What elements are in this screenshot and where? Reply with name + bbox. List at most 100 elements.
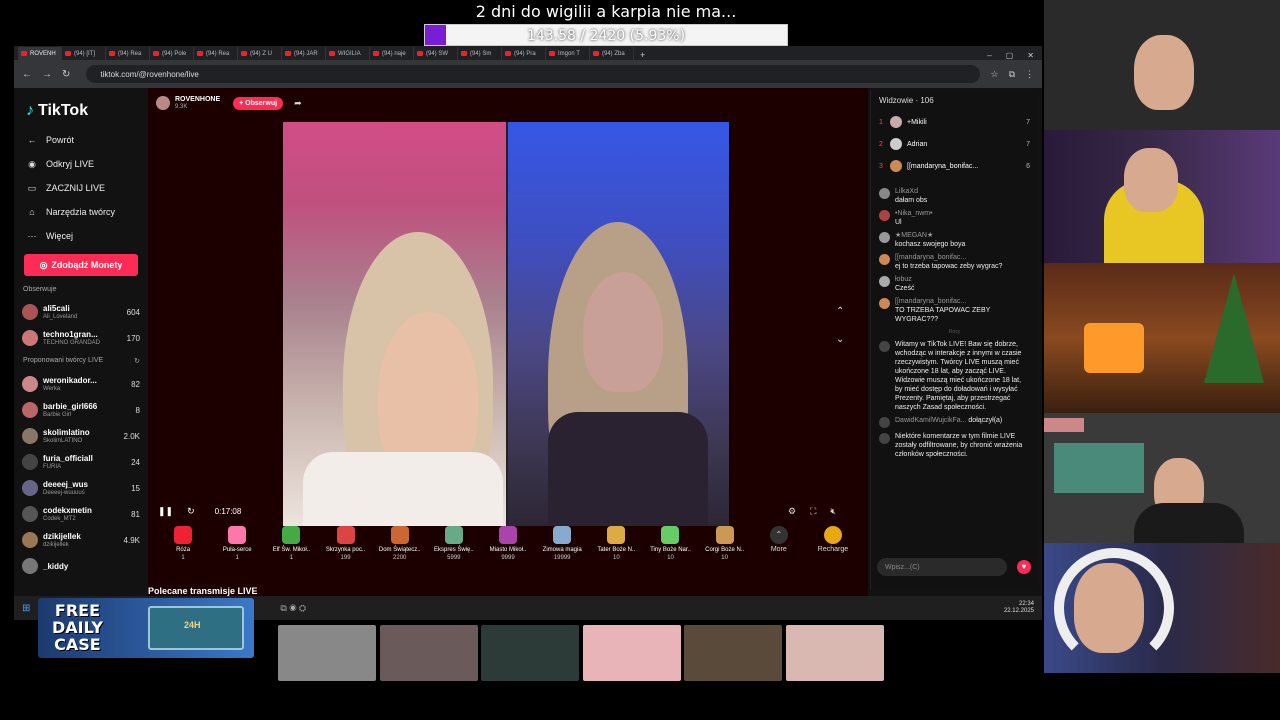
- system-clock[interactable]: 22:34 22.12.2025: [1004, 601, 1034, 615]
- browser-tab[interactable]: Imgon T: [546, 47, 590, 60]
- viewer-name: [[mandaryna_bonifac...: [907, 162, 979, 170]
- taskbar-apps-icon[interactable]: ⧉ ◉ ⛭: [280, 603, 306, 614]
- browser-tab[interactable]: (94) Pole: [150, 47, 194, 60]
- more-gifts-button[interactable]: ⌃ More: [752, 526, 806, 553]
- windows-start-icon[interactable]: ⊞: [22, 603, 30, 614]
- maximize-icon[interactable]: ▢: [1006, 51, 1014, 60]
- viewers-header[interactable]: Widzowie · 106: [871, 90, 1038, 111]
- tab-favicon: [197, 51, 203, 56]
- chevron-down-icon[interactable]: ⌄: [836, 326, 844, 354]
- live-video[interactable]: [283, 122, 729, 526]
- sidebar-item[interactable]: ◉ Odkryj LIVE: [22, 152, 140, 176]
- sidebar-user[interactable]: skolimlatino SkolimLATINO 2.0K: [22, 423, 140, 449]
- sidebar-user[interactable]: dzikijellek dzikijellek 4.9K: [22, 527, 140, 553]
- browser-tab[interactable]: (94) [IT]: [62, 47, 106, 60]
- bookmark-star-icon[interactable]: ☆: [990, 69, 998, 80]
- chat-message[interactable]: [[mandaryna_bonifac... TO TRZEBA TAPOWAC …: [871, 295, 1038, 326]
- menu-icon[interactable]: ⋮: [1025, 69, 1034, 80]
- sidebar-user[interactable]: weronikador... Werka 82: [22, 371, 140, 397]
- get-coins-button[interactable]: ◎ Zdobądź Monety: [24, 254, 138, 276]
- sidebar-item[interactable]: ⋯ Więcej: [22, 224, 140, 248]
- chat-message[interactable]: ★MEGAN★ kochasz swojego boya: [871, 229, 1038, 251]
- sidebar-user[interactable]: ali5cali Ali_Loveland 604: [22, 299, 140, 325]
- tiktok-logo[interactable]: ♪ TikTok: [26, 102, 140, 120]
- browser-tab[interactable]: (94) JAR: [282, 47, 326, 60]
- follow-button[interactable]: + Obserwuj: [233, 96, 284, 110]
- taskbar-thumbnail[interactable]: [684, 625, 782, 681]
- sidebar-user[interactable]: furia_officiall FURIA 24: [22, 449, 140, 475]
- browser-tab[interactable]: (94) Zba: [590, 47, 634, 60]
- fullscreen-icon[interactable]: ⛶: [810, 506, 816, 517]
- chat-message[interactable]: [[mandaryna_bonifac... ej to trzeba tapow…: [871, 251, 1038, 273]
- streamer-name[interactable]: ROVENHONE: [175, 96, 220, 104]
- back-icon[interactable]: ←: [22, 69, 32, 80]
- pause-icon[interactable]: ❚❚: [158, 506, 173, 517]
- gift-item[interactable]: Puła-serce 1: [210, 526, 264, 562]
- refresh-icon[interactable]: ↻: [187, 506, 195, 517]
- chat-message[interactable]: łobuz Cześć: [871, 273, 1038, 295]
- new-tab-icon[interactable]: +: [634, 50, 651, 60]
- taskbar-thumbnail[interactable]: [481, 625, 579, 681]
- promo-line1: FREE: [54, 601, 100, 620]
- browser-tab[interactable]: (94) naje: [370, 47, 414, 60]
- share-icon[interactable]: ➦: [294, 98, 302, 109]
- gift-item[interactable]: Ekspres Świę.. 5999: [427, 526, 481, 562]
- gift-item[interactable]: Elf Św. Mikoł.. 1: [264, 526, 318, 562]
- join-user[interactable]: DawidKamilWujcikFa...: [895, 417, 966, 424]
- gift-item[interactable]: Miasto Mikoł.. 9999: [481, 526, 535, 562]
- chat-message[interactable]: •Nika_nwm• Ul: [871, 207, 1038, 229]
- user-subtitle: Werka: [43, 385, 61, 392]
- sidebar-item[interactable]: ⌂ Narzędzia twórcy: [22, 200, 140, 224]
- heart-icon[interactable]: ♥: [1017, 560, 1031, 574]
- gift-item[interactable]: Dom Świątecz.. 2200: [373, 526, 427, 562]
- browser-tab[interactable]: (94) Rea: [106, 47, 150, 60]
- gift-item[interactable]: Róża 1: [156, 526, 210, 562]
- settings-icon[interactable]: ⚙: [788, 506, 796, 517]
- gift-item[interactable]: Skrzynka poc.. 199: [318, 526, 372, 562]
- mute-icon[interactable]: 🔇︎: [830, 506, 836, 517]
- taskbar-thumbnail[interactable]: [278, 625, 376, 681]
- gift-item[interactable]: Tater Boże N.. 10: [589, 526, 643, 562]
- case-graphic: 24H: [148, 606, 244, 650]
- browser-tab[interactable]: WIGILIA: [326, 47, 370, 60]
- gift-item[interactable]: Corgi Boże N.. 10: [698, 526, 752, 562]
- minimize-icon[interactable]: –: [987, 51, 991, 60]
- url-field[interactable]: tiktok.com/@rovenhone/live: [86, 65, 981, 83]
- taskbar-thumbnail[interactable]: [379, 625, 478, 681]
- viewer-row[interactable]: 1 +Mikili 7: [871, 111, 1038, 133]
- browser-tab[interactable]: (94) SW: [414, 47, 458, 60]
- goal-title: 2 dni do wigilii a karpia nie ma...: [475, 2, 737, 21]
- chevron-up-icon[interactable]: ⌃: [836, 298, 844, 326]
- sidebar-user[interactable]: barbie_girl666 Barbie Girl 8: [22, 397, 140, 423]
- sidebar-user[interactable]: deeeej_wus Deeeej-wuuuuś 15: [22, 475, 140, 501]
- refresh-icon[interactable]: ↻: [134, 357, 140, 365]
- join-icon: [879, 417, 890, 428]
- taskbar-thumbnail[interactable]: [785, 625, 884, 681]
- browser-tab[interactable]: (94) Pra: [502, 47, 546, 60]
- browser-tab[interactable]: ROVENH: [18, 47, 62, 60]
- browser-tab[interactable]: (94) Sm: [458, 47, 502, 60]
- recharge-button[interactable]: Recharge: [806, 526, 860, 553]
- gift-item[interactable]: Tiny Boże Nar.. 10: [643, 526, 697, 562]
- forward-icon[interactable]: →: [42, 69, 52, 80]
- reload-icon[interactable]: ↻: [62, 69, 70, 80]
- close-icon[interactable]: ✕: [1027, 51, 1034, 60]
- gift-price: 10: [667, 555, 674, 561]
- streamer-avatar[interactable]: [156, 96, 170, 110]
- browser-tab[interactable]: (94) Rea: [194, 47, 238, 60]
- chat-input[interactable]: Wpisz...(C): [877, 558, 1007, 576]
- taskbar-thumbnail[interactable]: [582, 625, 681, 681]
- gift-item[interactable]: Zimowa magia 19999: [535, 526, 589, 562]
- viewer-row[interactable]: 3 [[mandaryna_bonifac... 6: [871, 155, 1038, 177]
- chat-message[interactable]: LilkaXd dałam obs: [871, 185, 1038, 207]
- browser-tab[interactable]: (94) Z U: [238, 47, 282, 60]
- sidebar-user[interactable]: _kiddy: [22, 553, 140, 579]
- sidebar-user[interactable]: codekxmetin Codek_MT2 81: [22, 501, 140, 527]
- gift-icon: [174, 526, 193, 544]
- viewer-row[interactable]: 2 Adrian 7: [871, 133, 1038, 155]
- logo-text: TikTok: [38, 102, 89, 119]
- sidebar-user[interactable]: techno1gran... TECHNO GRANDAD 170: [22, 325, 140, 351]
- sidebar-item[interactable]: ▭ ZACZNIJ LIVE: [22, 176, 140, 200]
- sidebar-item[interactable]: ← Powrót: [22, 128, 140, 152]
- extensions-icon[interactable]: ⧉: [1009, 69, 1015, 80]
